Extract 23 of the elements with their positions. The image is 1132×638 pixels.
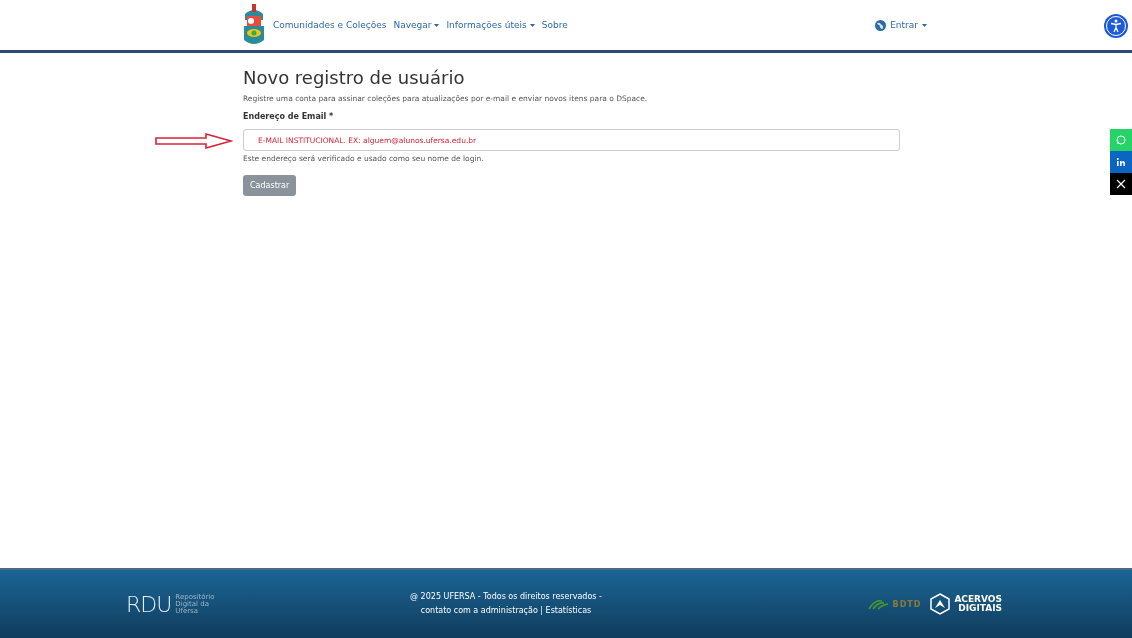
- login-link[interactable]: Entrar: [875, 19, 927, 31]
- page-title: Novo registro de usuário: [243, 67, 466, 88]
- globe-icon: [875, 19, 887, 31]
- hexagon-logo-icon: [929, 593, 952, 615]
- link-separator: |: [540, 606, 544, 615]
- swoosh-icon: [867, 598, 890, 610]
- acervos-logo-text: DIGITAIS: [958, 604, 1002, 613]
- whatsapp-icon: [1116, 135, 1126, 145]
- nav-link[interactable]: Navegar: [393, 20, 440, 30]
- email-label: Endereço de Email *: [243, 112, 335, 121]
- share-button[interactable]: [1110, 173, 1132, 195]
- footer-link[interactable]: contato com a administração: [420, 606, 538, 615]
- x-logo-icon: [1116, 179, 1126, 189]
- nav-link[interactable]: Informações úteis: [446, 20, 535, 30]
- logo-acronym: RDU: [126, 591, 172, 617]
- accessibility-icon[interactable]: [1104, 14, 1128, 38]
- linkedin-icon: [1116, 157, 1126, 167]
- bdtd-logo-text: BDTD: [892, 599, 922, 609]
- copyright-text: @ 2025 UFERSA - Todos os direitos reservados - contato com a administração | Estatísticas: [409, 591, 603, 617]
- acervos-logo-text: ACERVOS: [954, 595, 1002, 604]
- nav-link[interactable]: Sobre: [541, 20, 568, 30]
- nav-link[interactable]: Comunidades e Coleções: [273, 20, 387, 30]
- footer-link[interactable]: Estatísticas: [545, 606, 592, 615]
